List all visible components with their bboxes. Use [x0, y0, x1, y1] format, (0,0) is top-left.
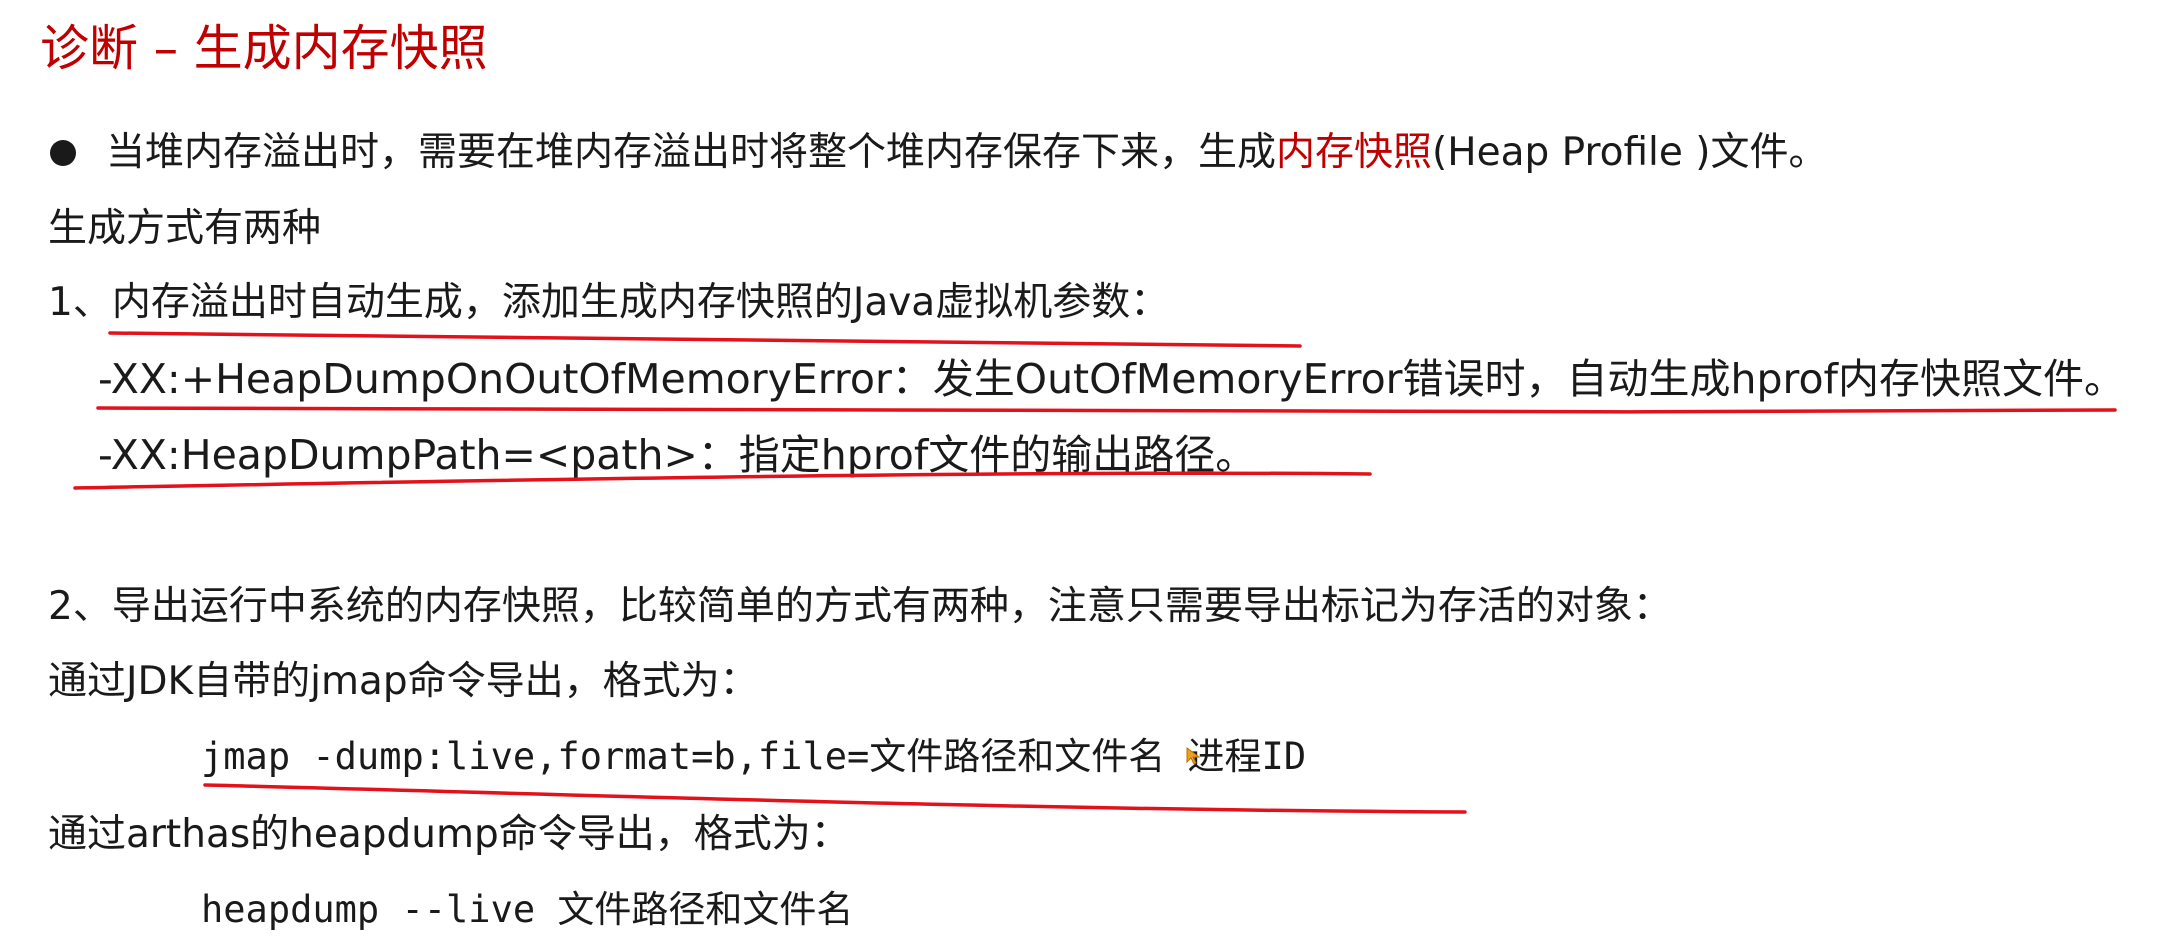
- page-title: 诊断 – 生成内存快照: [40, 20, 488, 77]
- bullet-text-after: (Heap Profile )文件。: [1432, 130, 1828, 175]
- cursor-icon: [1186, 747, 1201, 765]
- arthas-command: heapdump --live 文件路径和文件名: [201, 888, 854, 931]
- underline-jmap-command: [203, 783, 1467, 814]
- underline-option-heapdump-on-oom: [96, 406, 2117, 414]
- bullet-text-highlight: 内存快照: [1276, 130, 1433, 175]
- intro-text: 生成方式有两种: [48, 206, 322, 251]
- method1-heading: 1、内存溢出时自动生成，添加生成内存快照的Java虚拟机参数：: [48, 280, 1170, 325]
- arthas-intro: 通过arthas的heapdump命令导出，格式为：: [48, 812, 850, 857]
- jmap-command: jmap -dump:live,format=b,file=文件路径和文件名 进…: [201, 735, 1307, 778]
- underline-method1-heading: [108, 331, 1302, 348]
- method2-heading: 2、导出运行中系统的内存快照，比较简单的方式有两种，注意只需要导出标记为存活的对…: [48, 584, 1672, 629]
- jmap-intro: 通过JDK自带的jmap命令导出，格式为：: [48, 659, 759, 704]
- bullet-dot: [50, 140, 76, 166]
- bullet-text-before: 当堆内存溢出时，需要在堆内存溢出时将整个堆内存保存下来，生成: [106, 130, 1277, 175]
- method1-option-heapdump-path: -XX:HeapDumpPath=<path>：指定hprof文件的输出路径。: [98, 431, 1257, 479]
- method1-option-heapdump-on-oom: -XX:+HeapDumpOnOutOfMemoryError：发生OutOfM…: [98, 355, 2125, 403]
- bullet-text: 当堆内存溢出时，需要在堆内存溢出时将整个堆内存保存下来，生成内存快照(Heap …: [106, 133, 1828, 172]
